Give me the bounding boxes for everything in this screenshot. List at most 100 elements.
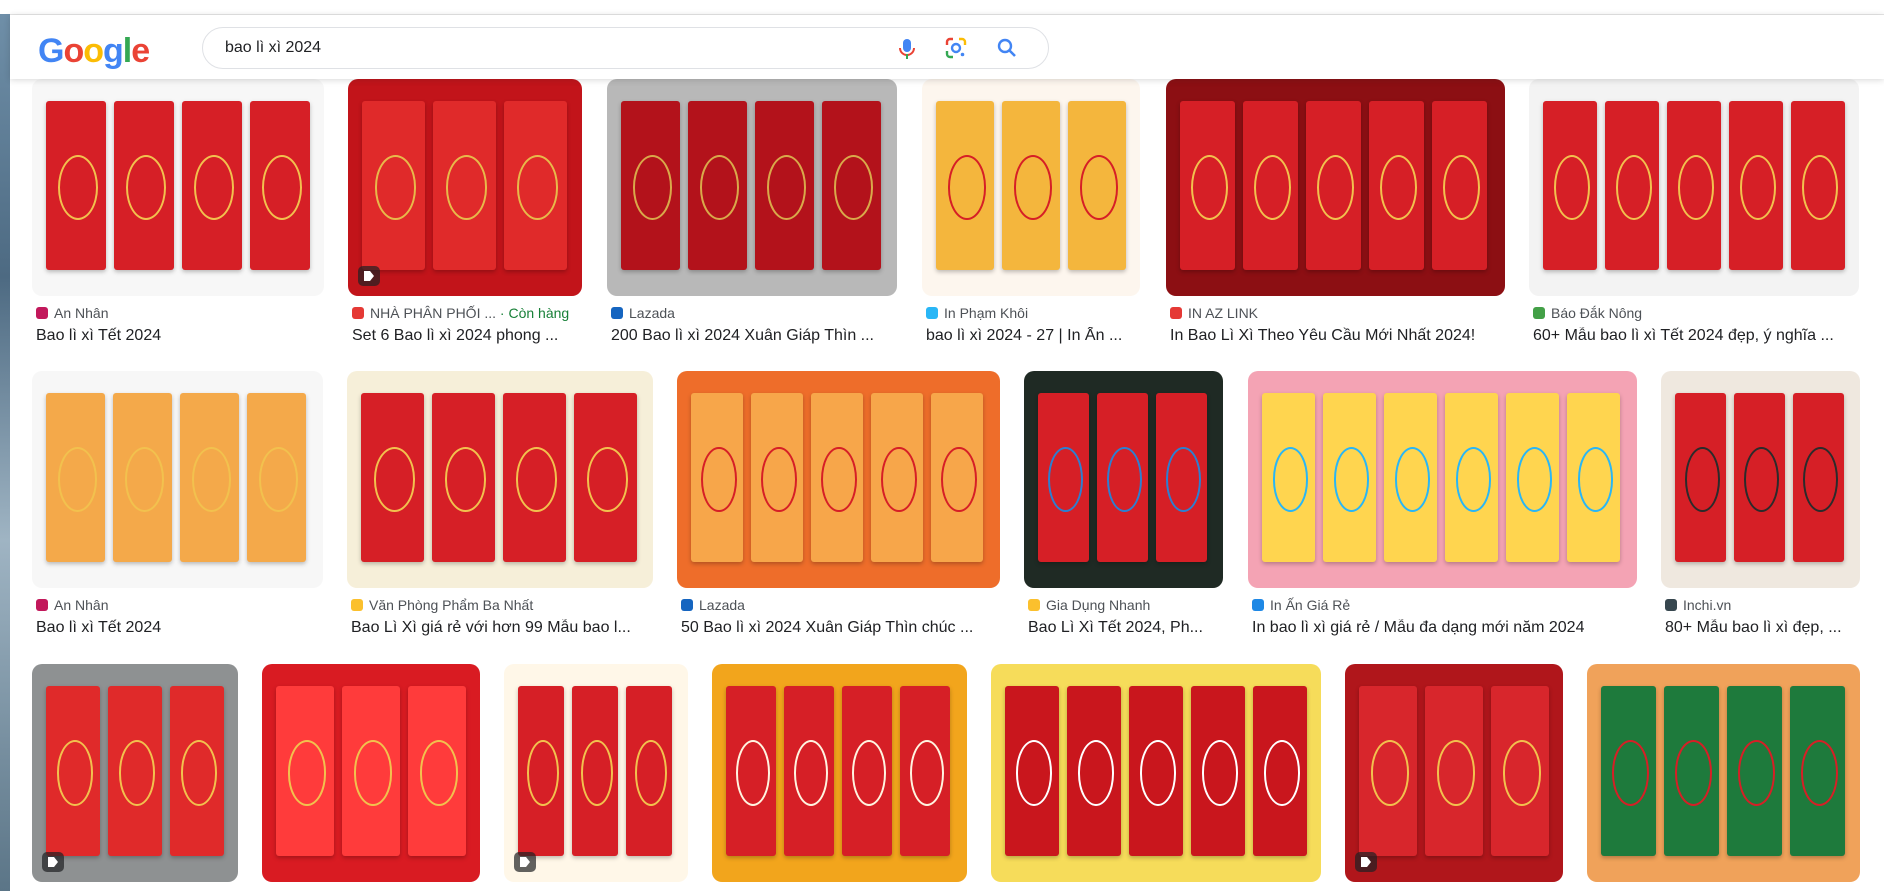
result-thumbnail[interactable]: [1248, 371, 1637, 588]
envelope-graphic: [408, 686, 466, 856]
result-source[interactable]: Báo Đắk Nông: [1533, 305, 1642, 321]
image-result[interactable]: Báo Đắk Nông 60+ Mẫu bao lì xì Tết 2024 đ…: [1529, 79, 1859, 358]
source-name: Inchi.vn: [1683, 597, 1732, 613]
result-title[interactable]: Bao Lì Xì Tết 2024, Ph...: [1028, 619, 1203, 637]
source-name: IN AZ LINK: [1188, 305, 1259, 321]
image-result[interactable]: [32, 664, 238, 882]
envelope-graphic: [1793, 393, 1844, 562]
envelope-graphic: [182, 101, 242, 270]
image-result[interactable]: Lazada 200 Bao lì xì 2024 Xuân Giáp Thìn …: [607, 79, 897, 358]
result-thumbnail[interactable]: [1166, 79, 1505, 296]
result-thumbnail[interactable]: [1345, 664, 1563, 882]
image-result[interactable]: [262, 664, 480, 882]
result-title[interactable]: Bao lì xì Tết 2024: [36, 327, 161, 345]
result-title[interactable]: 200 Bao lì xì 2024 Xuân Giáp Thìn ...: [611, 327, 874, 345]
result-title[interactable]: 50 Bao lì xì 2024 Xuân Giáp Thìn chúc ..…: [681, 619, 973, 637]
image-result[interactable]: [1345, 664, 1563, 882]
result-thumbnail[interactable]: [607, 79, 897, 296]
search-box[interactable]: bao lì xì 2024: [202, 27, 1049, 69]
envelope-graphic: [1156, 393, 1207, 562]
product-tag-icon: [358, 266, 380, 286]
site-favicon-icon: [351, 599, 363, 611]
result-thumbnail[interactable]: [1587, 664, 1860, 882]
envelope-graphic: [1180, 101, 1235, 270]
source-name: Lazada: [699, 597, 745, 613]
result-source[interactable]: In Phạm Khôi: [926, 305, 1028, 321]
result-source[interactable]: An Nhân: [36, 305, 108, 321]
result-title[interactable]: In Bao Lì Xì Theo Yêu Cầu Mới Nhất 2024!: [1170, 327, 1475, 345]
envelope-graphic: [1068, 101, 1126, 270]
image-result[interactable]: NHÀ PHÂN PHỐI ... · Còn hàng Set 6 Bao lì…: [348, 79, 582, 358]
result-thumbnail[interactable]: [32, 664, 238, 882]
image-result[interactable]: IN AZ LINK In Bao Lì Xì Theo Yêu Cầu Mới …: [1166, 79, 1505, 358]
result-title[interactable]: bao lì xì 2024 - 27 | In Ấn ...: [926, 327, 1122, 345]
image-result[interactable]: An Nhân Bao lì xì Tết 2024: [32, 371, 323, 650]
image-result[interactable]: Inchi.vn 80+ Mẫu bao lì xì đẹp, ...: [1661, 371, 1860, 650]
google-lens-icon[interactable]: [945, 37, 967, 59]
image-result[interactable]: In Phạm Khôi bao lì xì 2024 - 27 | In Ấn …: [922, 79, 1140, 358]
result-thumbnail[interactable]: [32, 79, 324, 296]
result-thumbnail[interactable]: [504, 664, 688, 882]
result-title[interactable]: Bao Lì Xì giá rẻ với hơn 99 Mẫu bao l...: [351, 619, 631, 637]
envelope-graphic: [621, 101, 680, 270]
result-title[interactable]: 80+ Mẫu bao lì xì đẹp, ...: [1665, 619, 1842, 637]
result-thumbnail[interactable]: [712, 664, 967, 882]
image-result[interactable]: An Nhân Bao lì xì Tết 2024: [32, 79, 324, 358]
product-tag-icon: [42, 852, 64, 872]
envelope-graphic: [822, 101, 881, 270]
result-thumbnail[interactable]: [347, 371, 653, 588]
envelope-graphic: [1425, 686, 1483, 856]
result-thumbnail[interactable]: [677, 371, 1000, 588]
envelope-graphic: [170, 686, 224, 856]
result-thumbnail[interactable]: [1661, 371, 1860, 588]
microphone-icon[interactable]: [897, 38, 917, 60]
result-source[interactable]: Gia Dụng Nhanh: [1028, 597, 1150, 613]
envelope-graphic: [626, 686, 672, 856]
image-result[interactable]: [991, 664, 1321, 882]
result-source[interactable]: IN AZ LINK: [1170, 305, 1258, 321]
envelope-graphic: [1567, 393, 1620, 562]
image-result[interactable]: Lazada 50 Bao lì xì 2024 Xuân Giáp Thìn c…: [677, 371, 1000, 650]
envelope-graphic: [572, 686, 618, 856]
result-thumbnail[interactable]: [991, 664, 1321, 882]
result-thumbnail[interactable]: [1529, 79, 1859, 296]
result-title[interactable]: In bao lì xì giá rẻ / Mẫu đa dạng mới nă…: [1252, 619, 1584, 637]
site-favicon-icon: [36, 307, 48, 319]
envelope-graphic: [751, 393, 803, 562]
result-thumbnail[interactable]: [262, 664, 480, 882]
result-source[interactable]: An Nhân: [36, 597, 108, 613]
envelope-graphic: [113, 393, 172, 562]
result-title[interactable]: Set 6 Bao lì xì 2024 phong ...: [352, 327, 558, 345]
result-thumbnail[interactable]: [32, 371, 323, 588]
image-result[interactable]: Gia Dụng Nhanh Bao Lì Xì Tết 2024, Ph...: [1024, 371, 1223, 650]
result-source[interactable]: Inchi.vn: [1665, 597, 1731, 613]
envelope-graphic: [574, 393, 637, 562]
result-source[interactable]: Lazada: [611, 305, 675, 321]
image-result[interactable]: Văn Phòng Phẩm Ba Nhất Bao Lì Xì giá rẻ v…: [347, 371, 653, 650]
result-source[interactable]: In Ấn Giá Rẻ: [1252, 597, 1350, 613]
result-thumbnail[interactable]: [1024, 371, 1223, 588]
envelope-graphic: [1243, 101, 1298, 270]
result-thumbnail[interactable]: [922, 79, 1140, 296]
google-logo[interactable]: Google: [38, 31, 150, 71]
envelope-graphic: [1543, 101, 1597, 270]
result-source[interactable]: NHÀ PHÂN PHỐI ... · Còn hàng: [352, 305, 569, 321]
result-title[interactable]: Bao lì xì Tết 2024: [36, 619, 161, 637]
envelope-graphic: [518, 686, 564, 856]
image-result[interactable]: In Ấn Giá Rẻ In bao lì xì giá rẻ / Mẫu đa…: [1248, 371, 1637, 650]
image-result[interactable]: [1587, 664, 1860, 882]
envelope-graphic: [1791, 101, 1845, 270]
source-name: In Ấn Giá Rẻ: [1270, 597, 1351, 613]
search-icon[interactable]: [997, 38, 1017, 58]
result-title[interactable]: 60+ Mẫu bao lì xì Tết 2024 đẹp, ý nghĩa …: [1533, 327, 1834, 345]
search-input[interactable]: bao lì xì 2024: [225, 28, 321, 68]
result-thumbnail[interactable]: [348, 79, 582, 296]
envelope-graphic: [1790, 686, 1845, 856]
result-source[interactable]: Lazada: [681, 597, 745, 613]
envelope-graphic: [362, 101, 425, 270]
envelope-graphic: [1038, 393, 1089, 562]
image-result[interactable]: [712, 664, 967, 882]
result-source[interactable]: Văn Phòng Phẩm Ba Nhất: [351, 597, 533, 613]
image-result[interactable]: [504, 664, 688, 882]
envelope-graphic: [1729, 101, 1783, 270]
